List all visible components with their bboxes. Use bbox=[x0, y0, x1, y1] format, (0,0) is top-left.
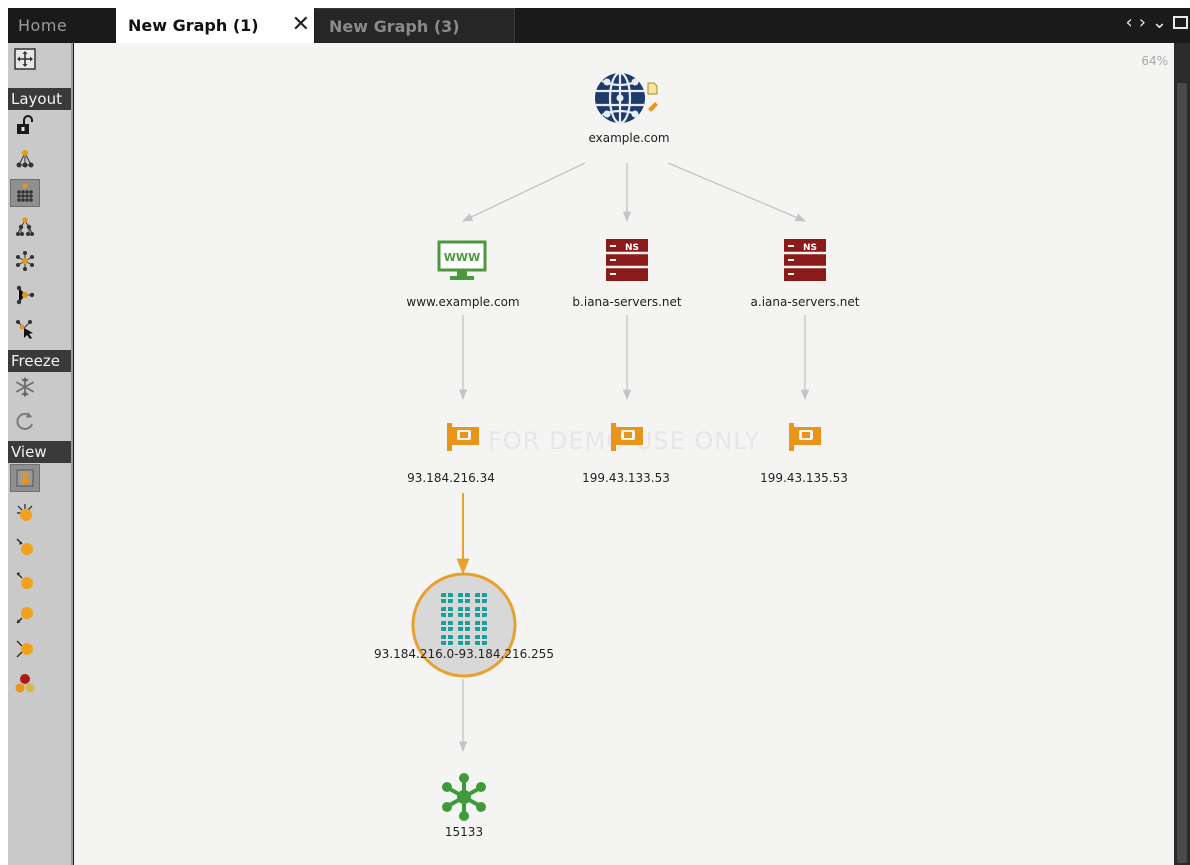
tab-label: New Graph (1) bbox=[128, 16, 259, 35]
block-layout-icon bbox=[17, 183, 33, 202]
node-ip-2[interactable] bbox=[609, 419, 645, 457]
move-button[interactable] bbox=[10, 45, 40, 73]
incoming-links-icon bbox=[16, 538, 33, 555]
node-label-as: 15133 bbox=[444, 825, 484, 839]
pointer-layout-button[interactable] bbox=[10, 315, 40, 343]
node-domain[interactable] bbox=[592, 69, 662, 131]
organic-layout-icon bbox=[16, 150, 34, 168]
tab-new-graph-1[interactable]: New Graph (1) ✕ bbox=[116, 8, 314, 43]
vertical-scrollbar[interactable] bbox=[1174, 43, 1190, 865]
maximize-icon[interactable] bbox=[1173, 15, 1188, 29]
outgoing-links-icon bbox=[16, 572, 33, 589]
window-controls: ‹ › ⌄ bbox=[1126, 8, 1190, 36]
organic-layout-button[interactable] bbox=[10, 145, 40, 173]
tab-home[interactable]: Home bbox=[8, 8, 111, 43]
website-badge: WWW bbox=[444, 251, 480, 264]
tab-new-graph-3[interactable]: New Graph (3) bbox=[315, 8, 515, 43]
refresh-icon bbox=[16, 412, 33, 430]
node-label-ns-b: b.iana-servers.net bbox=[572, 295, 682, 309]
node-label-website: www.example.com bbox=[406, 295, 520, 309]
node-netblock[interactable] bbox=[410, 571, 518, 683]
node-ns-a[interactable]: NS bbox=[782, 237, 828, 287]
weighted-icon bbox=[16, 640, 33, 658]
bidirectional-links-button[interactable] bbox=[10, 601, 40, 629]
node-label-ns-a: a.iana-servers.net bbox=[750, 295, 860, 309]
node-ip-1[interactable] bbox=[445, 419, 481, 457]
node-website[interactable]: WWW bbox=[437, 240, 487, 286]
hierarchical-layout-icon bbox=[16, 217, 34, 236]
block-layout-button[interactable] bbox=[10, 179, 40, 207]
refresh-button[interactable] bbox=[10, 407, 40, 435]
weighted-button[interactable] bbox=[10, 635, 40, 663]
graph-canvas[interactable]: FOR DEMO USE ONLY example.com WWW www.ex… bbox=[74, 43, 1174, 865]
netblock-icon bbox=[411, 572, 517, 678]
interactive-layout-icon bbox=[16, 285, 35, 305]
hierarchical-layout-button[interactable] bbox=[10, 213, 40, 241]
chevron-left-icon[interactable]: ‹ bbox=[1126, 12, 1133, 33]
entity-ranked-icon bbox=[15, 674, 35, 693]
scrollbar-thumb[interactable] bbox=[1177, 83, 1187, 863]
circular-layout-icon bbox=[16, 251, 34, 271]
main-view-icon bbox=[16, 469, 34, 487]
website-icon: WWW bbox=[437, 240, 487, 280]
view-section-label: View bbox=[8, 441, 71, 463]
close-tab-icon[interactable]: ✕ bbox=[292, 12, 310, 38]
freeze-section-label: Freeze bbox=[8, 350, 71, 372]
edge-domain-to-ns-a[interactable] bbox=[667, 162, 806, 222]
lock-button[interactable] bbox=[10, 111, 40, 139]
node-label-domain: example.com bbox=[588, 131, 670, 145]
move-icon bbox=[14, 48, 36, 70]
pointer-layout-icon bbox=[16, 320, 33, 339]
node-label-ip-2: 199.43.133.53 bbox=[582, 471, 670, 485]
tab-bar: Home New Graph (1) ✕ New Graph (3) ‹ › ⌄ bbox=[8, 8, 1190, 43]
node-ns-b[interactable]: NS bbox=[604, 237, 650, 287]
globe-icon bbox=[595, 71, 658, 125]
node-ip-3[interactable] bbox=[787, 419, 823, 457]
graph-toolbar: Layout Freeze View bbox=[8, 43, 73, 865]
ranked-by-links-button[interactable] bbox=[10, 499, 40, 527]
zoom-level: 64% bbox=[1141, 54, 1168, 68]
node-label-ip-1: 93.184.216.34 bbox=[407, 471, 495, 485]
layout-section-label: Layout bbox=[8, 88, 71, 110]
ns-badge: NS bbox=[625, 243, 639, 253]
ranked-by-links-icon bbox=[17, 504, 33, 521]
node-as[interactable] bbox=[440, 773, 488, 825]
ip-address-icon bbox=[611, 423, 643, 451]
outgoing-links-button[interactable] bbox=[10, 567, 40, 595]
interactive-layout-button[interactable] bbox=[10, 281, 40, 309]
ns-badge: NS bbox=[803, 243, 817, 253]
node-label-netblock: 93.184.216.0-93.184.216.255 bbox=[374, 647, 554, 661]
circular-layout-button[interactable] bbox=[10, 247, 40, 275]
freeze-icon bbox=[16, 377, 34, 397]
ip-address-icon bbox=[447, 423, 479, 451]
as-number-icon bbox=[442, 773, 486, 821]
main-view-button[interactable] bbox=[10, 464, 40, 492]
chevron-right-icon[interactable]: › bbox=[1139, 12, 1146, 33]
incoming-links-button[interactable] bbox=[10, 533, 40, 561]
nameserver-icon: NS bbox=[784, 239, 826, 281]
edge-domain-to-website[interactable] bbox=[462, 162, 586, 222]
app-window: Home New Graph (1) ✕ New Graph (3) ‹ › ⌄… bbox=[8, 8, 1190, 865]
freeze-button[interactable] bbox=[10, 373, 40, 401]
ip-address-icon bbox=[789, 423, 821, 451]
nameserver-icon: NS bbox=[606, 239, 648, 281]
bidirectional-links-icon bbox=[16, 607, 33, 624]
entity-ranked-button[interactable] bbox=[10, 669, 40, 697]
lock-icon bbox=[17, 115, 33, 134]
chevron-down-icon[interactable]: ⌄ bbox=[1152, 12, 1167, 33]
node-label-ip-3: 199.43.135.53 bbox=[760, 471, 848, 485]
